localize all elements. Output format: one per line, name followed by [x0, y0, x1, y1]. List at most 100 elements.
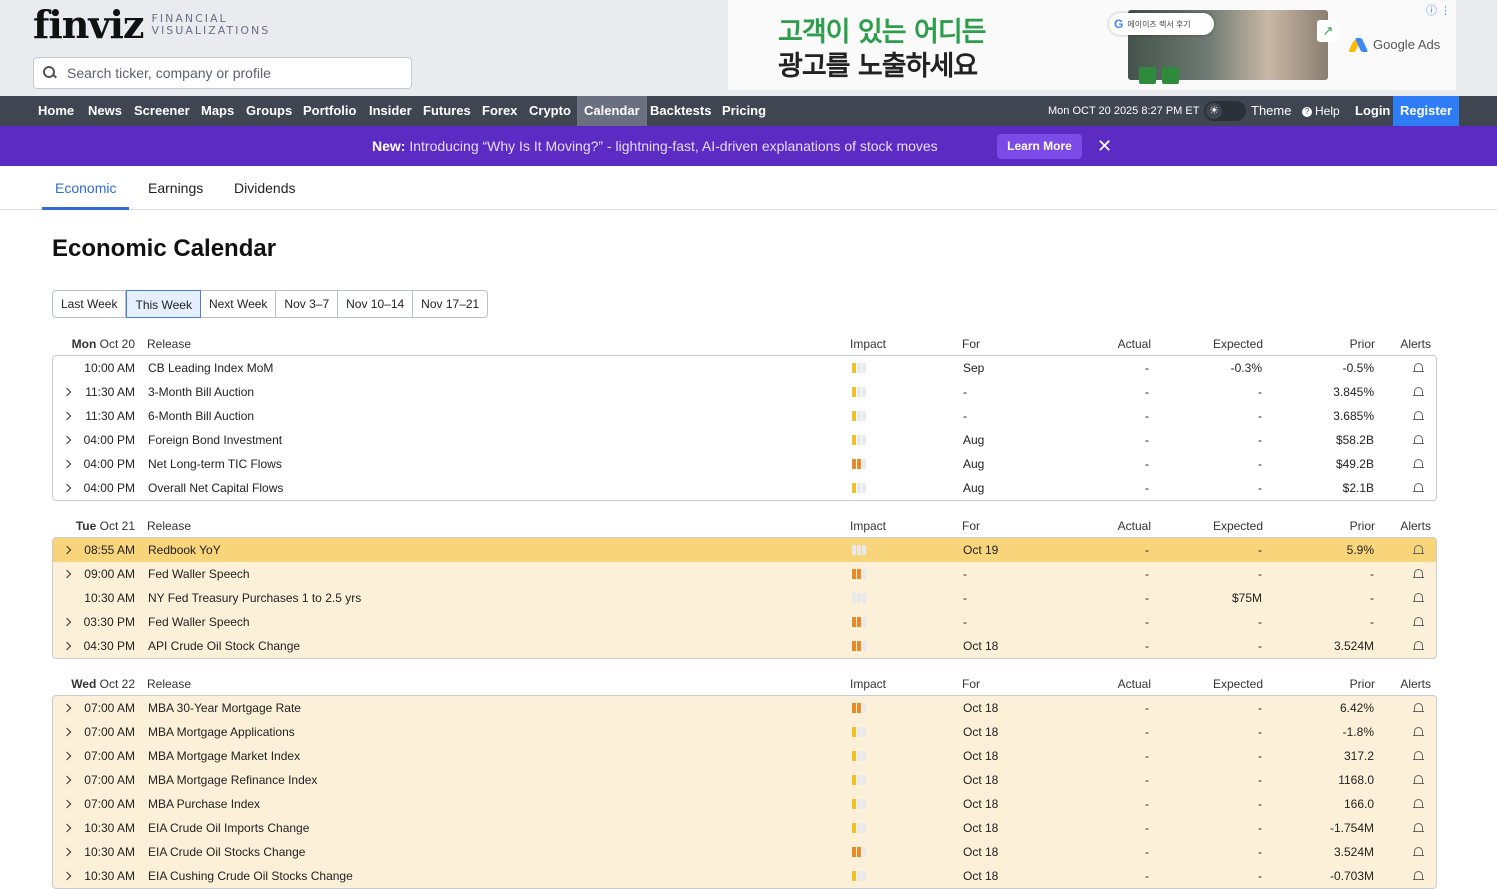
- bell-icon[interactable]: [1413, 610, 1424, 634]
- nav-screener[interactable]: Screener: [127, 96, 197, 126]
- tab-dividends[interactable]: Dividends: [221, 166, 308, 210]
- table-row[interactable]: 10:30 AM EIA Crude Oil Stocks Change Oct 1…: [53, 840, 1436, 864]
- chevron-right-icon[interactable]: [64, 840, 72, 864]
- finviz-logo[interactable]: finviz FINANCIAL VISUALIZATIONS: [33, 6, 270, 44]
- table-row[interactable]: 07:00 AM MBA Mortgage Refinance Index Oct …: [53, 768, 1436, 792]
- chevron-right-icon[interactable]: [64, 816, 72, 840]
- bell-icon[interactable]: [1413, 404, 1424, 428]
- chevron-right-icon[interactable]: [64, 696, 72, 720]
- week-nov-17-21[interactable]: Nov 17–21: [413, 291, 487, 317]
- nav-pricing[interactable]: Pricing: [715, 96, 773, 126]
- chevron-right-icon[interactable]: [64, 562, 72, 586]
- chevron-right-icon[interactable]: [64, 404, 72, 428]
- chevron-right-icon[interactable]: [64, 792, 72, 816]
- table-row[interactable]: 04:00 PM Foreign Bond Investment Aug - - $58.…: [53, 428, 1436, 452]
- table-row[interactable]: 04:00 PM Net Long-term TIC Flows Aug - - $49.…: [53, 452, 1436, 476]
- event-release[interactable]: Foreign Bond Investment: [148, 428, 282, 452]
- close-icon[interactable]: ✕: [1097, 126, 1112, 166]
- nav-calendar[interactable]: Calendar: [577, 96, 647, 126]
- bell-icon[interactable]: [1413, 720, 1424, 744]
- week-nov-10-14[interactable]: Nov 10–14: [338, 291, 414, 317]
- nav-login[interactable]: Login: [1348, 96, 1397, 126]
- chevron-right-icon[interactable]: [64, 610, 72, 634]
- bell-icon[interactable]: [1413, 452, 1424, 476]
- bell-icon[interactable]: [1413, 744, 1424, 768]
- table-row[interactable]: 04:00 PM Overall Net Capital Flows Aug - - $2…: [53, 476, 1436, 500]
- chevron-right-icon[interactable]: [64, 634, 72, 658]
- tab-economic[interactable]: Economic: [42, 166, 130, 210]
- bell-icon[interactable]: [1413, 380, 1424, 404]
- table-row[interactable]: 03:30 PM Fed Waller Speech - - - -: [53, 610, 1436, 634]
- table-row[interactable]: 08:55 AM Redbook YoY Oct 19 - - 5.9%: [53, 538, 1436, 562]
- table-row[interactable]: 10:30 AM EIA Cushing Crude Oil Stocks Cha…: [53, 864, 1436, 888]
- table-row[interactable]: 10:30 AM NY Fed Treasury Purchases 1 to 2…: [53, 586, 1436, 610]
- chevron-right-icon[interactable]: [64, 538, 72, 562]
- bell-icon[interactable]: [1413, 562, 1424, 586]
- table-row[interactable]: 09:00 AM Fed Waller Speech - - - -: [53, 562, 1436, 586]
- ad-banner[interactable]: 고객이 있는 어디든 광고를 노출하세요 G 에이이즈 렉서 후기 ↗ Goog…: [728, 0, 1456, 90]
- event-release[interactable]: EIA Crude Oil Stocks Change: [148, 840, 305, 864]
- chevron-right-icon[interactable]: [64, 428, 72, 452]
- info-icon[interactable]: ⓘ ⋮: [1426, 2, 1451, 18]
- table-row[interactable]: 07:00 AM MBA Purchase Index Oct 18 - - 166.0: [53, 792, 1436, 816]
- bell-icon[interactable]: [1413, 840, 1424, 864]
- chevron-right-icon[interactable]: [64, 380, 72, 404]
- chevron-right-icon[interactable]: [64, 864, 72, 888]
- week-nov-3-7[interactable]: Nov 3–7: [276, 291, 339, 317]
- bell-icon[interactable]: [1413, 634, 1424, 658]
- bell-icon[interactable]: [1413, 356, 1424, 380]
- table-row[interactable]: 07:00 AM MBA Mortgage Applications Oct 18 -…: [53, 720, 1436, 744]
- search-box[interactable]: [33, 57, 412, 89]
- table-row[interactable]: 10:00 AM CB Leading Index MoM Sep - -0.3% -0.…: [53, 356, 1436, 380]
- nav-theme[interactable]: Theme: [1244, 96, 1298, 126]
- event-release[interactable]: Fed Waller Speech: [148, 610, 250, 634]
- nav-home[interactable]: Home: [31, 96, 81, 126]
- event-release[interactable]: MBA Mortgage Applications: [148, 720, 295, 744]
- table-row[interactable]: 11:30 AM 6-Month Bill Auction - - - 3.685%: [53, 404, 1436, 428]
- table-row[interactable]: 07:00 AM MBA Mortgage Market Index Oct 18 -…: [53, 744, 1436, 768]
- week-this[interactable]: This Week: [126, 290, 201, 318]
- table-row[interactable]: 04:30 PM API Crude Oil Stock Change Oct 18…: [53, 634, 1436, 658]
- tab-earnings[interactable]: Earnings: [135, 166, 216, 210]
- theme-toggle[interactable]: ☀: [1204, 101, 1246, 121]
- nav-help[interactable]: ? Help: [1295, 96, 1347, 126]
- chevron-right-icon[interactable]: [64, 452, 72, 476]
- bell-icon[interactable]: [1413, 864, 1424, 888]
- nav-crypto[interactable]: Crypto: [522, 96, 578, 126]
- bell-icon[interactable]: [1413, 816, 1424, 840]
- event-release[interactable]: 6-Month Bill Auction: [148, 404, 254, 428]
- event-release[interactable]: Net Long-term TIC Flows: [148, 452, 282, 476]
- event-release[interactable]: MBA 30-Year Mortgage Rate: [148, 696, 301, 720]
- bell-icon[interactable]: [1413, 476, 1424, 500]
- week-next[interactable]: Next Week: [201, 291, 277, 317]
- nav-futures[interactable]: Futures: [416, 96, 478, 126]
- event-release[interactable]: Overall Net Capital Flows: [148, 476, 283, 500]
- nav-groups[interactable]: Groups: [239, 96, 299, 126]
- table-row[interactable]: 11:30 AM 3-Month Bill Auction - - - 3.845%: [53, 380, 1436, 404]
- nav-news[interactable]: News: [81, 96, 129, 126]
- chevron-right-icon[interactable]: [64, 768, 72, 792]
- chevron-right-icon[interactable]: [64, 720, 72, 744]
- nav-backtests[interactable]: Backtests: [643, 96, 718, 126]
- bell-icon[interactable]: [1413, 768, 1424, 792]
- chevron-right-icon[interactable]: [64, 476, 72, 500]
- event-release[interactable]: NY Fed Treasury Purchases 1 to 2.5 yrs: [148, 586, 361, 610]
- learn-more-button[interactable]: Learn More: [997, 134, 1082, 159]
- bell-icon[interactable]: [1413, 586, 1424, 610]
- nav-portfolio[interactable]: Portfolio: [296, 96, 363, 126]
- bell-icon[interactable]: [1413, 792, 1424, 816]
- nav-maps[interactable]: Maps: [194, 96, 241, 126]
- event-release[interactable]: Fed Waller Speech: [148, 562, 250, 586]
- event-release[interactable]: MBA Purchase Index: [148, 792, 260, 816]
- event-release[interactable]: 3-Month Bill Auction: [148, 380, 254, 404]
- promo-text[interactable]: New: Introducing “Why Is It Moving?” - l…: [372, 126, 938, 166]
- search-input[interactable]: [67, 65, 387, 81]
- event-release[interactable]: Redbook YoY: [148, 538, 221, 562]
- nav-register-button[interactable]: Register: [1393, 96, 1460, 126]
- event-release[interactable]: CB Leading Index MoM: [148, 356, 273, 380]
- event-release[interactable]: MBA Mortgage Market Index: [148, 744, 300, 768]
- event-release[interactable]: EIA Crude Oil Imports Change: [148, 816, 309, 840]
- nav-insider[interactable]: Insider: [362, 96, 419, 126]
- chevron-right-icon[interactable]: [64, 744, 72, 768]
- bell-icon[interactable]: [1413, 538, 1424, 562]
